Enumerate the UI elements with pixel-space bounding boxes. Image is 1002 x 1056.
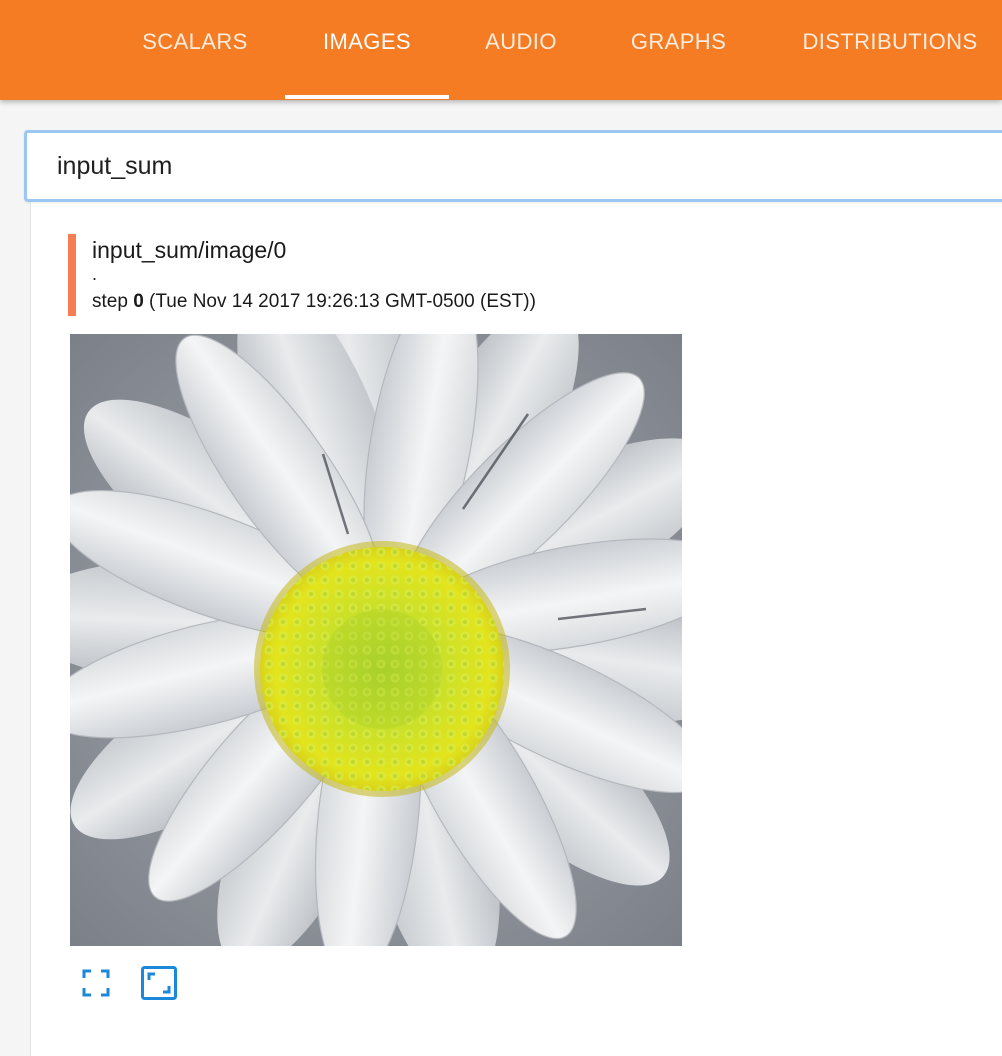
tab-distributions[interactable]: DISTRIBUTIONS <box>778 0 1002 100</box>
fit-image-button[interactable] <box>140 964 178 1002</box>
fullscreen-toggle-button[interactable] <box>77 964 115 1002</box>
tab-images[interactable]: IMAGES <box>285 0 449 100</box>
active-tab-indicator <box>285 95 449 99</box>
tab-audio[interactable]: AUDIO <box>462 0 580 100</box>
tag-filter-value[interactable]: input_sum <box>57 133 172 199</box>
tag-filter-input[interactable]: input_sum <box>24 130 1002 202</box>
summary-image <box>70 334 682 946</box>
tab-scalars[interactable]: SCALARS <box>118 0 272 100</box>
fit-to-view-icon <box>141 966 177 1000</box>
step-value: 0 <box>133 291 144 312</box>
image-card-header: input_sum/image/0 . step 0 (Tue Nov 14 2… <box>68 234 536 316</box>
step-label: step <box>92 291 134 312</box>
daisy-flower-image <box>70 334 682 946</box>
image-card-title: input_sum/image/0 <box>92 237 287 263</box>
tab-graphs[interactable]: GRAPHS <box>606 0 751 100</box>
image-card-step-info: step 0 (Tue Nov 14 2017 19:26:13 GMT-050… <box>92 289 536 315</box>
fullscreen-icon <box>82 969 110 997</box>
top-navigation-bar: SCALARS IMAGES AUDIO GRAPHS DISTRIBUTION… <box>0 0 1002 100</box>
image-card-subtitle: . <box>92 264 98 284</box>
step-timestamp: (Tue Nov 14 2017 19:26:13 GMT-0500 (EST)… <box>143 291 536 312</box>
